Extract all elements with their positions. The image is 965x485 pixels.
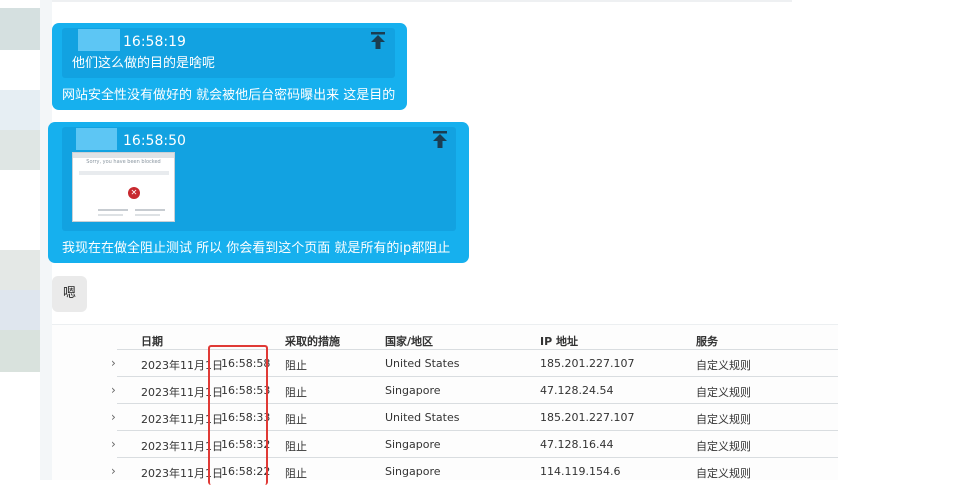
- column-header-date[interactable]: 日期: [141, 333, 163, 349]
- column-header-action[interactable]: 采取的措施: [285, 333, 340, 349]
- blurred-username: [78, 29, 120, 51]
- divider: [52, 0, 792, 2]
- sidebar-item[interactable]: [0, 330, 40, 372]
- chevron-right-icon[interactable]: ›: [111, 464, 116, 478]
- chevron-right-icon[interactable]: ›: [111, 356, 116, 370]
- cell-ip: 185.201.227.107: [540, 357, 635, 370]
- thumbnail-title: Sorry, you have been blocked: [86, 159, 161, 165]
- column-header-country[interactable]: 国家/地区: [385, 333, 433, 349]
- pin-top-icon[interactable]: [432, 131, 448, 149]
- thumbnail-line: [98, 209, 128, 211]
- screenshot-thumbnail[interactable]: Sorry, you have been blocked ✕: [72, 152, 175, 222]
- sidebar-strip: [0, 0, 40, 372]
- cell-service: 自定义规则: [696, 413, 751, 426]
- chevron-right-icon[interactable]: ›: [111, 437, 116, 451]
- cell-ip: 114.119.154.6: [540, 465, 621, 478]
- sidebar-item[interactable]: [0, 290, 40, 330]
- sidebar-item[interactable]: [0, 90, 40, 130]
- column-header-service[interactable]: 服务: [696, 333, 718, 349]
- blurred-username: [76, 128, 117, 150]
- thumbnail-line: [98, 214, 123, 216]
- message-time: 16:58:19: [123, 34, 186, 50]
- cell-country: Singapore: [385, 438, 441, 451]
- thumbnail-line: [135, 214, 160, 216]
- chat-bubble[interactable]: 16:58:19 他们这么做的目的是啥呢 网站安全性没有做好的 就会被他后台密码…: [52, 23, 407, 110]
- thumbnail-line: [135, 209, 165, 211]
- cell-action: 阻止: [285, 359, 307, 372]
- cell-action: 阻止: [285, 413, 307, 426]
- blocked-x-icon: ✕: [128, 187, 140, 199]
- sidebar-item[interactable]: [0, 130, 40, 170]
- thumbnail-bar: [79, 171, 169, 175]
- cell-ip: 47.128.24.54: [540, 384, 614, 397]
- chevron-right-icon[interactable]: ›: [111, 383, 116, 397]
- sidebar-item[interactable]: [0, 250, 40, 290]
- chat-bubble[interactable]: 嗯: [52, 276, 87, 312]
- cell-action: 阻止: [285, 386, 307, 399]
- cell-service: 自定义规则: [696, 467, 751, 480]
- cell-action: 阻止: [285, 467, 307, 480]
- events-table: 日期 采取的措施 国家/地区 IP 地址 服务 › 2023年11月1日 16:…: [52, 324, 838, 480]
- cell-service: 自定义规则: [696, 386, 751, 399]
- chevron-right-icon[interactable]: ›: [111, 410, 116, 424]
- cell-service: 自定义规则: [696, 359, 751, 372]
- pin-top-icon[interactable]: [370, 32, 386, 50]
- cell-country: United States: [385, 411, 460, 424]
- cell-country: Singapore: [385, 465, 441, 478]
- cell-action: 阻止: [285, 440, 307, 453]
- thumbnail-header: [73, 153, 174, 158]
- message-text: 网站安全性没有做好的 就会被他后台密码曝出来 这是目的: [62, 88, 396, 103]
- cell-country: Singapore: [385, 384, 441, 397]
- sidebar-item[interactable]: [0, 8, 40, 50]
- message-time: 16:58:50: [123, 133, 186, 149]
- highlight-box: [208, 345, 268, 485]
- cell-ip: 47.128.16.44: [540, 438, 614, 451]
- cell-ip: 185.201.227.107: [540, 411, 635, 424]
- cell-country: United States: [385, 357, 460, 370]
- message-text: 我现在在做全阻止测试 所以 你会看到这个页面 就是所有的ip都阻止: [62, 241, 451, 256]
- quoted-text: 他们这么做的目的是啥呢: [72, 56, 216, 71]
- cell-service: 自定义规则: [696, 440, 751, 453]
- message-text: 嗯: [62, 286, 76, 301]
- column-header-ip[interactable]: IP 地址: [540, 333, 578, 349]
